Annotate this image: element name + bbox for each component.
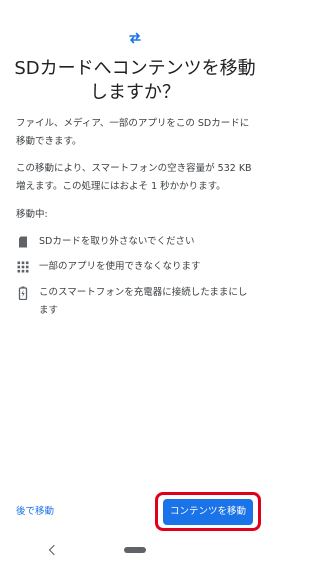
description-text: ファイル、メディア、一部のアプリをこの SDカードに移動できます。 <box>16 118 250 147</box>
list-item-label: SDカードを取り外さないでください <box>39 236 195 247</box>
list-item-label: このスマートフォンを充電器に接続したままにします <box>39 287 248 316</box>
battery-charging-icon <box>18 286 28 300</box>
moving-label: 移動中: <box>16 209 48 220</box>
sd-card-icon <box>19 236 27 248</box>
move-content-screen: SDカードへコンテンツを移動しますか？ ファイル、メディア、一部のアプリをこの … <box>0 0 270 567</box>
home-pill[interactable] <box>124 547 146 553</box>
apps-grid-icon <box>17 261 29 273</box>
list-item-label: 一部のアプリを使用できなくなります <box>39 261 201 272</box>
navigation-bar <box>0 537 270 567</box>
storage-note-text: この移動により、スマートフォンの空き容量が 532 KB 増えます。この処理には… <box>16 163 252 192</box>
dialog-title: SDカードへコンテンツを移動しますか？ <box>14 58 256 103</box>
back-chevron-icon[interactable] <box>46 544 58 556</box>
move-content-button[interactable]: コンテンツを移動 <box>163 499 253 525</box>
swap-arrows-icon <box>129 32 141 44</box>
move-later-button[interactable]: 後で移動 <box>16 503 54 521</box>
